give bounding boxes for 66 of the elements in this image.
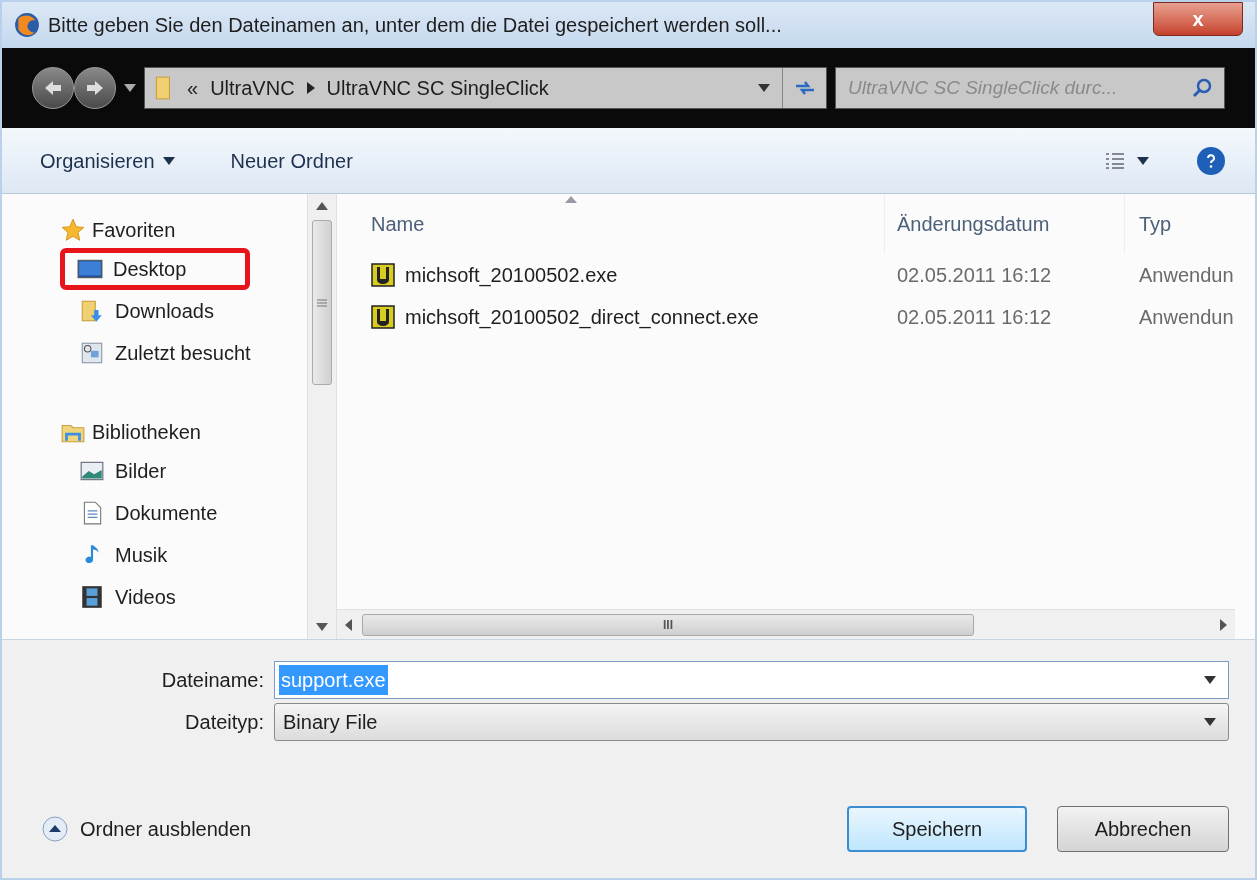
dropdown-caret-icon: [1137, 156, 1149, 165]
search-icon: [1191, 77, 1213, 99]
application-icon: [371, 305, 395, 329]
sort-arrow-icon: [565, 196, 577, 203]
file-date: 02.05.2011 16:12: [896, 305, 1053, 330]
file-type: Anwendun: [1138, 263, 1234, 288]
path-overflow[interactable]: «: [187, 73, 199, 103]
nav-item[interactable]: Bilder: [62, 450, 307, 492]
star-icon: [60, 217, 86, 243]
column-header[interactable]: Typ: [1125, 194, 1172, 254]
new-folder-button[interactable]: Neuer Ordner: [222, 141, 361, 180]
filetype-dropdown[interactable]: Binary File: [274, 703, 1229, 741]
scroll-left-icon: [345, 618, 352, 631]
scroll-down-icon: [316, 623, 328, 631]
collapse-up-icon: [42, 816, 68, 842]
window-title: Bitte geben Sie den Dateinamen an, unter dem die Datei gespeichert werden soll...: [48, 13, 783, 38]
sidebar-scrollbar[interactable]: [307, 194, 337, 639]
help-button[interactable]: [1197, 146, 1225, 175]
scroll-right-icon: [1220, 618, 1227, 631]
grip-icon: [317, 297, 327, 308]
horizontal-scrollbar[interactable]: III: [337, 609, 1235, 639]
filename-label: Dateiname:: [160, 668, 264, 693]
nav-group-header[interactable]: Bibliotheken: [60, 414, 307, 450]
file-row[interactable]: michsoft_20100502_direct_connect.exe 02.05.2011 16:12 Anwendun: [337, 296, 1255, 338]
selected-filename: support.exe: [279, 665, 388, 695]
nav-item[interactable]: Musik: [62, 534, 307, 576]
breadcrumb-item[interactable]: UltraVNC SC SingleClick: [326, 73, 549, 103]
file-row[interactable]: michsoft_20100502.exe 02.05.2011 16:12 Anwendun: [337, 254, 1255, 296]
dropdown-caret-icon: [1204, 718, 1216, 726]
column-header[interactable]: Änderungsdatum: [885, 194, 1125, 254]
nav-item[interactable]: Downloads: [62, 290, 307, 332]
file-name: michsoft_20100502.exe: [405, 263, 618, 289]
nav-item[interactable]: Desktop: [60, 248, 250, 290]
folder-download-icon: [79, 298, 105, 324]
scrollbar-thumb[interactable]: III: [362, 613, 974, 636]
address-field[interactable]: « UltraVNC UltraVNC SC SingleClick: [144, 67, 827, 109]
breadcrumb-arrow-icon: [306, 82, 315, 94]
film-strip-icon: [79, 584, 105, 610]
cancel-button[interactable]: Abbrechen: [1057, 806, 1229, 852]
nav-item[interactable]: Dokumente: [62, 492, 307, 534]
file-type: Anwendun: [1138, 305, 1234, 330]
filetype-label: Dateityp:: [184, 710, 264, 735]
list-view-icon: [1105, 151, 1125, 170]
file-name: michsoft_20100502_direct_connect.exe: [405, 305, 759, 331]
application-icon: [371, 263, 395, 287]
file-date: 02.05.2011 16:12: [896, 263, 1053, 288]
forward-button[interactable]: [74, 67, 116, 109]
nav-item[interactable]: Videos: [62, 576, 307, 618]
hide-folders-button[interactable]: Ordner ausblenden: [42, 814, 252, 844]
nav-group-header[interactable]: Favoriten: [60, 212, 307, 248]
dropdown-caret-icon: [1204, 676, 1216, 684]
scroll-up-icon: [316, 202, 328, 210]
nav-item[interactable]: Zuletzt besucht: [62, 332, 307, 374]
right-arrow-icon: [85, 78, 105, 98]
history-caret-icon: [124, 84, 136, 92]
recent-places-icon: [79, 340, 105, 366]
globe-icon: [14, 12, 40, 38]
left-arrow-icon: [43, 78, 63, 98]
back-button[interactable]: [32, 67, 74, 109]
dropdown-caret-icon: [758, 84, 770, 92]
dropdown-caret-icon: [162, 156, 175, 165]
breadcrumb-item[interactable]: UltraVNC: [210, 73, 295, 103]
organize-menu[interactable]: Organisieren: [32, 141, 183, 180]
search-field[interactable]: UltraVNC SC SingleClick durc...: [835, 67, 1225, 109]
scrollbar-thumb[interactable]: [312, 220, 332, 385]
save-button[interactable]: Speichern: [847, 806, 1027, 852]
